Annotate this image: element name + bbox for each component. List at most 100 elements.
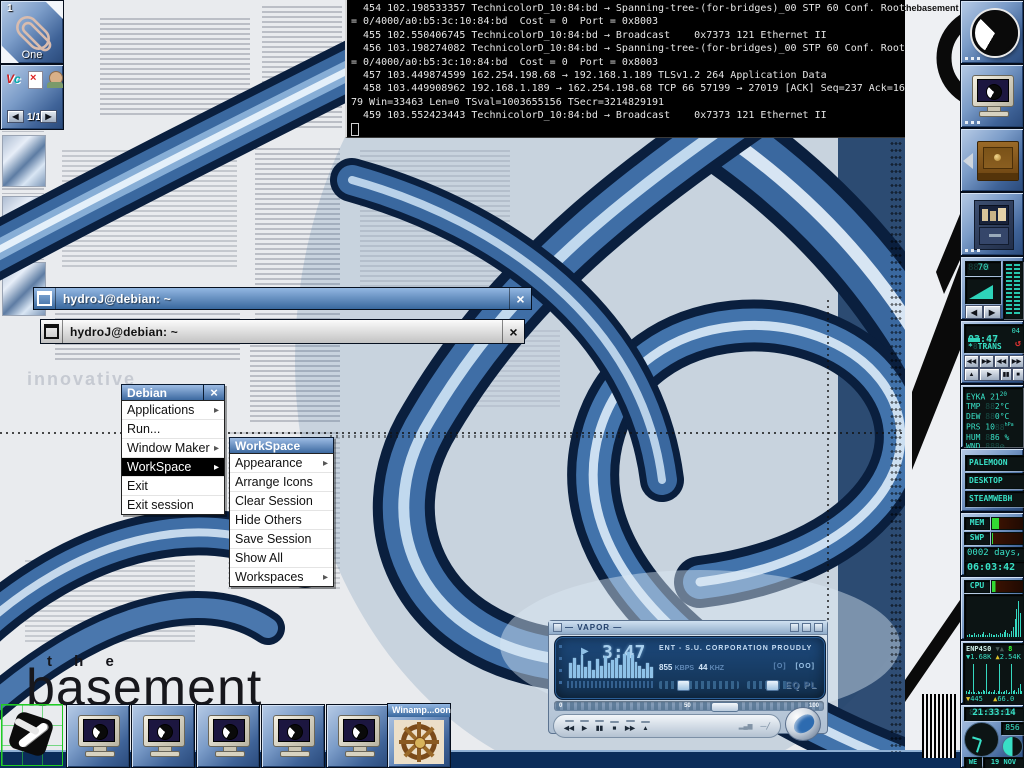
menu-item-show-all[interactable]: Show All — [230, 549, 333, 568]
balance-slider[interactable] — [747, 681, 789, 689]
seek-fwd-button[interactable]: ▶▶ — [979, 355, 994, 368]
menu-item-applications[interactable]: Applications▸ — [122, 401, 224, 420]
dock-tile-launcher[interactable]: PALEMOON DESKTOP STEAMWEBH — [960, 448, 1024, 512]
miniaturize-button[interactable] — [41, 320, 63, 343]
root-menu-title[interactable]: Debian × — [121, 384, 225, 400]
menu-item-exit-session[interactable]: Exit session — [122, 496, 224, 514]
pause-button[interactable]: ▮▮ — [595, 720, 604, 732]
graph-bar — [1005, 630, 1006, 637]
dock-tile-drawer[interactable] — [960, 128, 1024, 192]
graph-bar — [631, 655, 634, 678]
launcher-button-steamwebh[interactable]: STEAMWEBH — [965, 491, 1024, 507]
dock-tile-player[interactable]: 88:88 03:47 04 *8TRANS ↺ ◀◀ ▶▶ ◀◀ ▶▶ ▲ ▶… — [960, 320, 1024, 384]
next-page-button[interactable]: ▶ — [40, 110, 57, 123]
close-button[interactable]: × — [502, 320, 524, 343]
vc-icon[interactable]: Vc — [6, 72, 21, 86]
dock-tile-cpu[interactable]: CPU — [960, 576, 1024, 640]
play-button[interactable]: ▶ — [580, 720, 589, 732]
repeat-icon[interactable]: —╱ — [760, 723, 770, 730]
dock-tile-network[interactable]: ENP4S0 ▼▲ 8 ▼1.68K ▲2.54K ▼445 ▲66.0 — [960, 640, 1024, 704]
player-menu-button[interactable] — [553, 623, 562, 632]
play-button[interactable]: ▶ — [979, 368, 1000, 381]
swap-bar — [991, 532, 1024, 545]
dock-tile-weather[interactable]: EYKA 2120 TMP 882°C DEW 880°C PRS 1088hP… — [960, 384, 1024, 448]
menu-close-button[interactable]: × — [203, 385, 224, 400]
eject-button[interactable]: ▲ — [964, 368, 979, 381]
player-close-button[interactable] — [814, 623, 823, 632]
shuffle-icon[interactable]: ▂▄▆ — [739, 723, 752, 730]
window-titlebar-focused[interactable]: hydroJ@debian: ~ × — [33, 287, 532, 310]
weather-station: EYKA — [966, 393, 985, 402]
mixer-prev-button[interactable]: ◀ — [965, 305, 983, 319]
menu-item-hide-others[interactable]: Hide Others — [230, 511, 333, 530]
prev-page-button[interactable]: ◀ — [7, 110, 24, 123]
terminal-window[interactable]: 454 102.198533357 TechnicolorD_10:84:bd … — [345, 0, 905, 138]
menu-item-run[interactable]: Run... — [122, 420, 224, 439]
menu-item-exit[interactable]: Exit — [122, 477, 224, 496]
ff-button[interactable]: ▶▶ — [1009, 355, 1024, 368]
drawer-collapse-arrow[interactable] — [963, 153, 973, 169]
menu-item-appearance[interactable]: Appearance▸ — [230, 454, 333, 473]
player-titlebar[interactable]: — VAPOR — — [549, 621, 827, 635]
workspace-menu-title[interactable]: WorkSpace — [229, 437, 334, 453]
file-x-icon[interactable]: × — [28, 71, 43, 89]
miniwindow-terminal[interactable] — [261, 704, 325, 768]
launcher-button-palemoon[interactable]: PALEMOON — [965, 455, 1024, 471]
digital-clock: 88:88:88 21:33:14 — [964, 707, 1024, 721]
menu-item-workspaces[interactable]: Workspaces▸ — [230, 568, 333, 586]
stop-button[interactable]: ■ — [610, 721, 619, 732]
player-logo-knob[interactable] — [785, 707, 821, 741]
graph-bar — [642, 669, 645, 678]
menu-item-workspace[interactable]: WorkSpace▸ — [122, 458, 224, 477]
graph-bar — [1009, 692, 1010, 694]
eq-pl-buttons[interactable]: EQ PL — [785, 680, 817, 690]
balance-knob[interactable] — [766, 680, 779, 691]
graph-bar — [1007, 633, 1008, 637]
position-knob[interactable] — [711, 702, 739, 712]
dock-tile-gnustep[interactable] — [960, 0, 1024, 64]
menu-item-save-session[interactable]: Save Session — [230, 530, 333, 549]
graph-bar — [989, 691, 990, 694]
dock-tile-sysmon[interactable]: MEM SWP 0002 days, 06:03:42 — [960, 512, 1024, 576]
dock-tile-filecabinet[interactable] — [960, 192, 1024, 256]
miniwindow-terminal[interactable] — [131, 704, 195, 768]
menu-item-arrange-icons[interactable]: Arrange Icons — [230, 473, 333, 492]
mixer-next-button[interactable]: ▶ — [983, 305, 1001, 319]
mem-label: MEM — [964, 517, 990, 530]
dock-tile-clock[interactable]: 88:88:88 21:33:14 856 WE 19 NOV — [960, 704, 1024, 768]
player-shade-button[interactable] — [802, 623, 811, 632]
next-button[interactable]: ▶▶ — [625, 720, 635, 732]
stop-button[interactable]: ■ — [1012, 368, 1024, 381]
volume-slider[interactable] — [659, 681, 739, 689]
rew-button[interactable]: ◀◀ — [994, 355, 1009, 368]
position-slider[interactable]: 0 50 100 — [554, 701, 824, 711]
prev-button[interactable]: ◀◀ — [564, 720, 574, 732]
weather-pressure: 10 — [985, 423, 995, 432]
window-titlebar-unfocused[interactable]: hydroJ@debian: ~ × — [40, 319, 525, 344]
eject-button[interactable]: ▲ — [641, 721, 650, 732]
window-title: hydroJ@debian: ~ — [63, 320, 502, 343]
launcher-button-desktop[interactable]: DESKTOP — [965, 473, 1024, 489]
tool-appicon[interactable] — [1, 704, 63, 766]
dock-tile-mixer[interactable]: 8888 70 ◀ ▶ — [960, 256, 1024, 320]
graph-bar — [985, 635, 986, 637]
close-button[interactable]: × — [509, 288, 531, 309]
player-minimize-button[interactable] — [790, 623, 799, 632]
dock-tile-terminal[interactable] — [960, 64, 1024, 128]
cpu-bar — [991, 580, 1024, 593]
winamp-player[interactable]: — VAPOR — ▶ 3:47 ENT - S.U. CORPORATION … — [548, 620, 828, 734]
miniwindow-winamp[interactable]: Winamp...oon — [387, 703, 451, 768]
menu-item-clear-session[interactable]: Clear Session — [230, 492, 333, 511]
volume-knob[interactable] — [677, 680, 690, 691]
miniaturize-button[interactable] — [34, 288, 56, 309]
miniwindow-terminal[interactable] — [66, 704, 130, 768]
miniwindow-terminal[interactable] — [196, 704, 260, 768]
pause-button[interactable]: ▮▮ — [1000, 368, 1012, 381]
graph-bar — [1002, 634, 1003, 637]
seek-back-button[interactable]: ◀◀ — [964, 355, 979, 368]
menu-item-window-maker[interactable]: Window Maker▸ — [122, 439, 224, 458]
workspace-clip[interactable]: 1 One — [0, 0, 64, 64]
miniwindow-terminal[interactable] — [326, 704, 390, 768]
window-list-dockapp[interactable]: Vc × ◀ 1/1 ▶ — [0, 64, 64, 130]
mixer-volume-wedge[interactable] — [965, 277, 1001, 304]
